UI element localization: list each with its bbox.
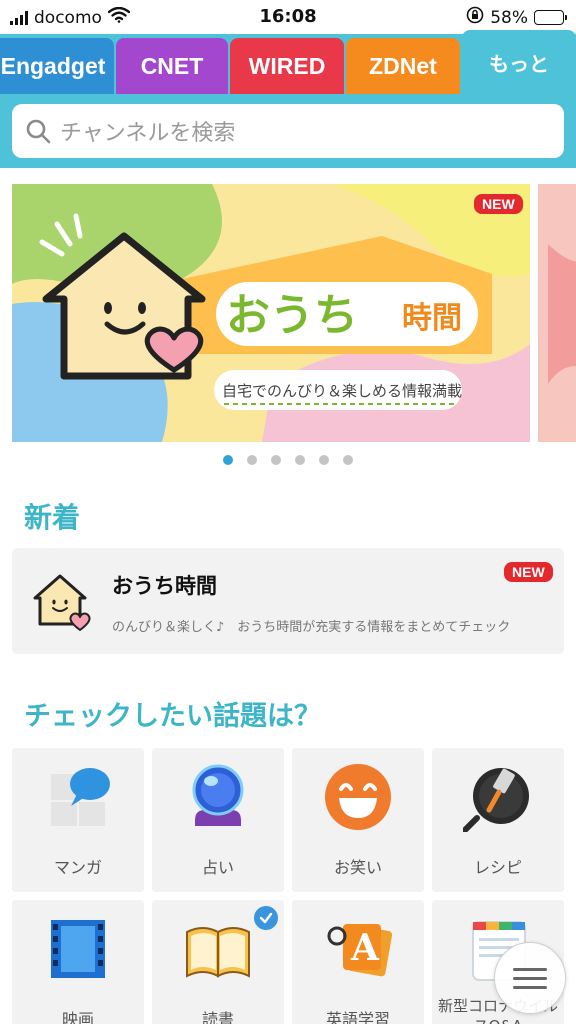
banner-illustration: おうち 時間 自宅でのんびり＆楽しめる情報満載: [12, 184, 530, 442]
topic-label: 占い: [201, 858, 234, 877]
topic-fortune[interactable]: 占い: [152, 748, 284, 892]
tab-label: もっと: [489, 53, 549, 76]
topic-label: マンガ: [53, 858, 102, 877]
search-icon: [26, 119, 51, 144]
search-placeholder: チャンネルを検索: [60, 121, 236, 146]
carousel-dot[interactable]: [271, 455, 281, 465]
topics-section-heading: チェックしたい話題は？: [24, 701, 321, 732]
house-heart-icon: [33, 574, 91, 631]
tab-label: ZDNet: [369, 52, 437, 79]
banner-title-kanji: 時間: [402, 301, 462, 336]
frying-pan-icon: [463, 768, 529, 832]
status-bar: docomo 16:08 58%: [0, 0, 576, 34]
menu-icon: [513, 967, 547, 989]
tab-engadget[interactable]: Engadget: [0, 38, 114, 94]
new-card-badge: NEW: [504, 562, 553, 582]
carousel-dot[interactable]: [295, 455, 305, 465]
new-channel-card[interactable]: おうち時間 NEW のんびり＆楽しく♪ おうち時間が充実する情報をまとめてチェッ…: [12, 548, 564, 654]
carousel-dot[interactable]: [319, 455, 329, 465]
topic-manga[interactable]: マンガ: [12, 748, 144, 892]
banner-slide[interactable]: おうち 時間 自宅でのんびり＆楽しめる情報満載 NEW: [12, 184, 530, 442]
new-card-description: のんびり＆楽しく♪ おうち時間が充実する情報をまとめてチェック: [112, 620, 511, 635]
new-section-heading: 新着: [24, 501, 81, 534]
book-icon: [186, 927, 250, 978]
menu-button[interactable]: [494, 942, 566, 1014]
film-icon: [51, 920, 105, 978]
battery-percent: 58%: [490, 7, 528, 28]
tab-label: CNET: [140, 52, 204, 79]
banner-carousel[interactable]: おうち 時間 自宅でのんびり＆楽しめる情報満載 NEW: [0, 184, 576, 442]
tab-zdnet[interactable]: ZDNet: [346, 38, 460, 94]
channel-header: Engadget CNET WIRED ZDNet もっと チャンネルを検索: [0, 30, 576, 168]
rotation-lock-icon: [466, 6, 484, 29]
topic-recipe[interactable]: レシピ: [432, 748, 564, 892]
topic-label: 映画: [61, 1010, 94, 1024]
banner-new-badge: NEW: [474, 194, 523, 214]
topic-reading[interactable]: 読書: [152, 900, 284, 1024]
channel-tabs: Engadget CNET WIRED ZDNet もっと: [0, 30, 576, 94]
carousel-indicator: [0, 455, 576, 465]
carousel-dot[interactable]: [343, 455, 353, 465]
status-right: 58%: [466, 6, 567, 29]
checked-icon: [254, 906, 278, 930]
topic-comedy[interactable]: お笑い: [292, 748, 424, 892]
topic-label: レシピ: [473, 858, 522, 877]
carousel-dot[interactable]: [247, 455, 257, 465]
search-input[interactable]: チャンネルを検索: [12, 104, 564, 158]
banner-subtitle: 自宅でのんびり＆楽しめる情報満載: [222, 382, 462, 400]
topic-label: お笑い: [333, 858, 382, 877]
battery-icon: [534, 10, 567, 25]
topic-movies[interactable]: 映画: [12, 900, 144, 1024]
carousel-dot[interactable]: [223, 455, 233, 465]
tab-more[interactable]: もっと: [462, 30, 576, 94]
crystal-ball-icon: [192, 764, 244, 826]
banner-next-slide[interactable]: [538, 184, 576, 442]
tab-label: Engadget: [0, 52, 106, 79]
tab-cnet[interactable]: CNET: [116, 38, 228, 94]
manga-icon: [51, 768, 110, 826]
banner-title-kana: おうち: [226, 290, 358, 341]
laughing-face-icon: [325, 764, 391, 830]
new-card-title: おうち時間: [112, 574, 217, 598]
topic-english[interactable]: A 英語学習: [292, 900, 424, 1024]
topic-label: 読書: [201, 1010, 234, 1024]
topic-label: 英語学習: [325, 1010, 390, 1024]
tab-label: WIRED: [248, 52, 326, 79]
tab-wired[interactable]: WIRED: [230, 38, 344, 94]
page: docomo 16:08 58% Engadget CNET WIRED ZDN…: [0, 0, 576, 1024]
english-cards-icon: A: [327, 924, 393, 977]
svg-text:A: A: [350, 927, 380, 969]
